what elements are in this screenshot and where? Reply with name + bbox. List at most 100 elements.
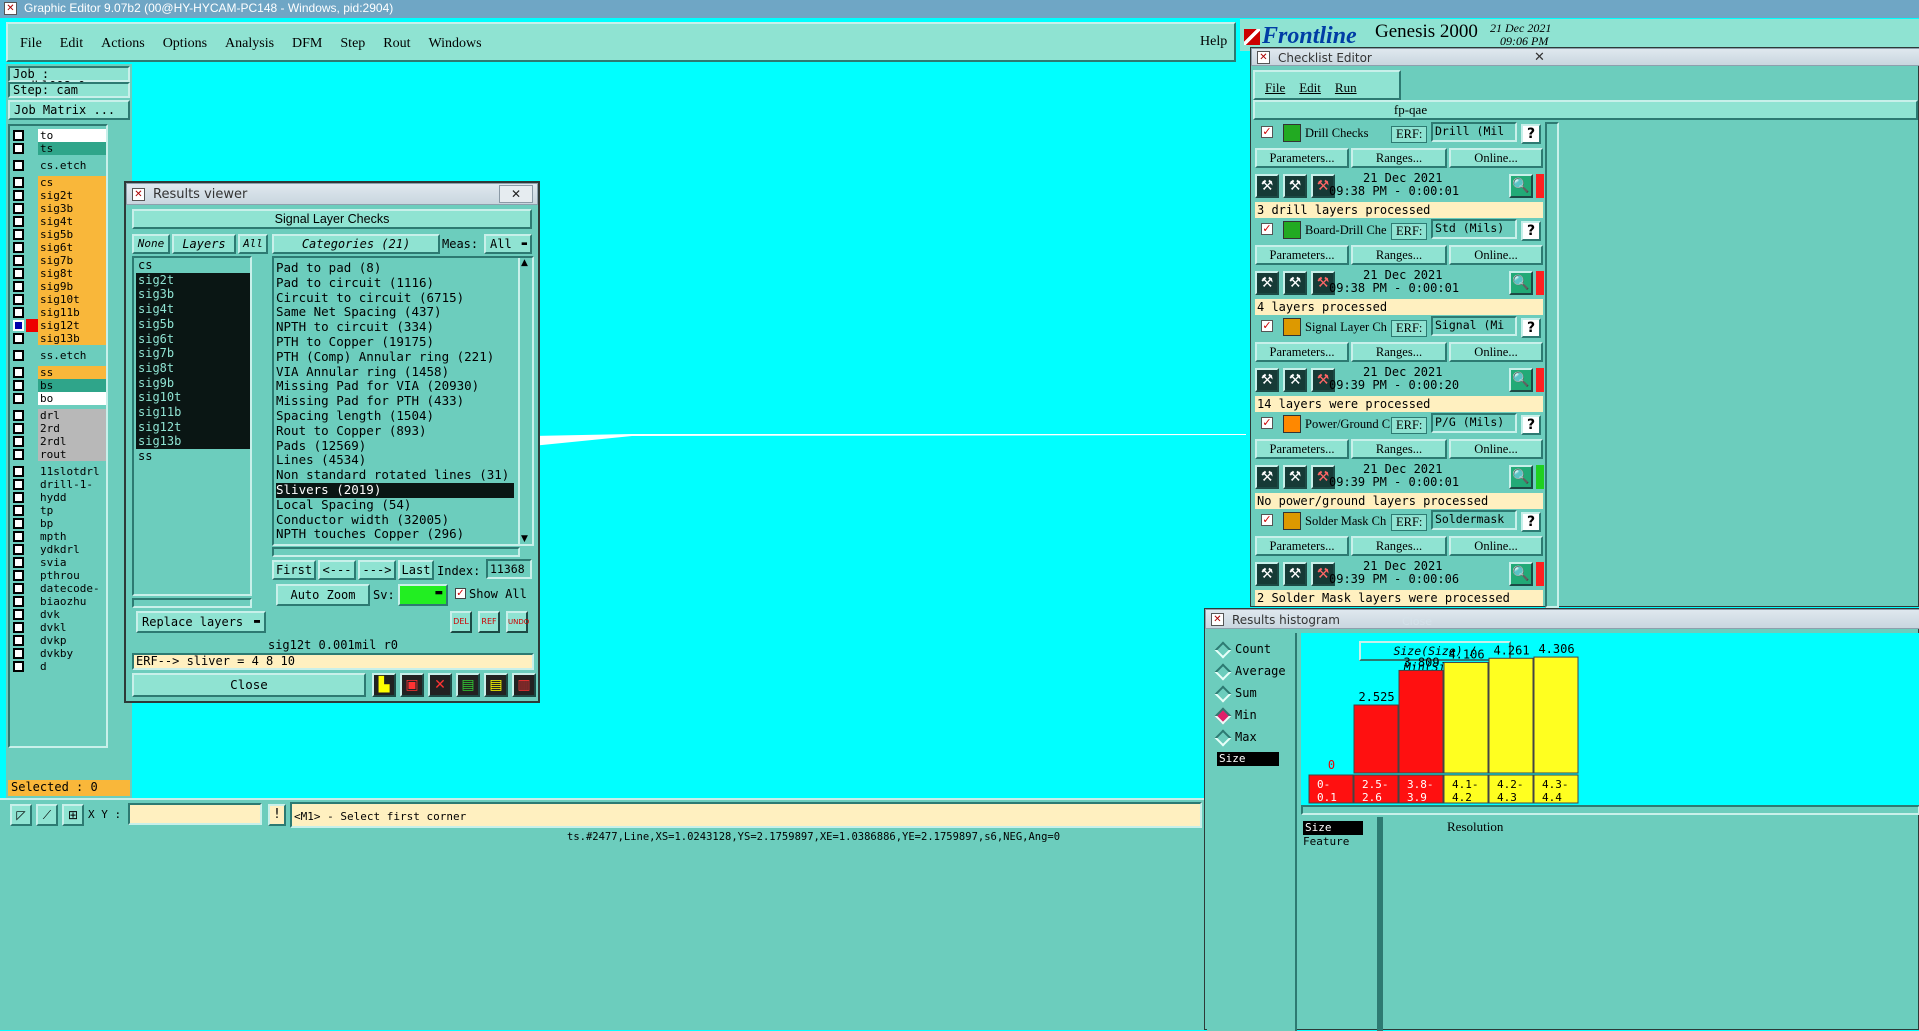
layer-row[interactable]: drl — [12, 409, 106, 422]
online-button[interactable]: Online... — [1449, 536, 1543, 556]
meas-dropdown[interactable]: All ▬ — [484, 234, 532, 254]
menu-dfm[interactable]: DFM — [292, 36, 322, 52]
zoom-results-icon[interactable]: 🔍 — [1509, 465, 1533, 489]
checklist-menu-edit[interactable]: Edit — [1299, 80, 1321, 95]
layer-checkbox[interactable] — [13, 393, 24, 404]
item-name[interactable]: Drill Checks — [1305, 126, 1391, 141]
layer-row[interactable]: sig13b — [12, 332, 106, 345]
layer-checkbox[interactable] — [13, 436, 24, 447]
alert-icon[interactable]: ! — [268, 804, 286, 826]
layer-row[interactable]: dvkby — [12, 647, 106, 660]
parameters-button[interactable]: Parameters... — [1255, 342, 1349, 362]
erf-value[interactable]: Std (Mils) — [1431, 219, 1517, 239]
ranges-button[interactable]: Ranges... — [1351, 245, 1447, 265]
layer-checkbox[interactable] — [13, 268, 24, 279]
menu-actions[interactable]: Actions — [101, 36, 145, 52]
layer-checkbox[interactable] — [13, 544, 24, 555]
category-item[interactable]: Pad to circuit (1116) — [276, 275, 514, 291]
red-layer-icon[interactable]: ▣ — [400, 673, 424, 697]
parameters-button[interactable]: Parameters... — [1255, 536, 1349, 556]
layer-checkbox[interactable] — [13, 466, 24, 477]
run-icon[interactable]: ⚒ — [1255, 465, 1279, 489]
erf-value[interactable]: P/G (Mils) — [1431, 413, 1517, 433]
show-all-checkbox[interactable]: ✓ — [455, 588, 466, 599]
item-name[interactable]: Solder Mask Ch — [1305, 514, 1391, 529]
delete-result-icon[interactable]: DEL — [450, 611, 472, 633]
category-item[interactable]: Spacing length (1504) — [276, 408, 514, 424]
category-item[interactable]: Missing Pad for PTH (433) — [276, 393, 514, 409]
categories-button[interactable]: Categories (21) — [272, 234, 440, 254]
layer-row[interactable]: sig5b — [12, 228, 106, 241]
layer-checkbox[interactable] — [13, 130, 24, 141]
checklist-menu-file[interactable]: File — [1265, 80, 1285, 95]
item-checkbox[interactable]: ✓ — [1261, 223, 1273, 235]
result-layer-item[interactable]: sig13b — [136, 434, 250, 450]
histogram-icon[interactable]: ▥ — [512, 673, 536, 697]
category-item[interactable]: Conductor width (32005) — [276, 512, 514, 528]
layer-row[interactable]: svia — [12, 556, 106, 569]
parameters-button[interactable]: Parameters... — [1255, 245, 1349, 265]
size-field-2[interactable]: Size — [1303, 821, 1363, 835]
layer-row[interactable]: d — [12, 660, 106, 673]
checklist-vscroll[interactable] — [1545, 122, 1559, 608]
grid-icon[interactable]: ⊞ — [62, 804, 84, 826]
layers-button[interactable]: Layers — [172, 234, 236, 254]
layer-checkbox[interactable] — [13, 177, 24, 188]
histogram-option-count[interactable]: Count — [1211, 641, 1291, 659]
run-selected-icon[interactable]: ⚒ — [1283, 562, 1307, 586]
refresh-result-icon[interactable]: REF — [478, 611, 500, 633]
result-layer-item[interactable]: sig5b — [136, 316, 250, 332]
category-item[interactable]: Circuit to circuit (6715) — [276, 290, 514, 306]
layer-row[interactable]: ss.etch — [12, 349, 106, 362]
layer-checkbox[interactable] — [13, 320, 24, 331]
layer-row[interactable]: dvk — [12, 608, 106, 621]
layer-checkbox[interactable] — [13, 242, 24, 253]
layer-checkbox[interactable] — [13, 583, 24, 594]
erf-value[interactable]: Drill (Mil — [1431, 122, 1517, 142]
layer-row[interactable]: 2rd — [12, 422, 106, 435]
histogram-option-average[interactable]: Average — [1211, 663, 1291, 681]
run-selected-icon[interactable]: ⚒ — [1283, 271, 1307, 295]
layer-checkbox[interactable] — [13, 281, 24, 292]
run-selected-icon[interactable]: ⚒ — [1283, 174, 1307, 198]
layer-checkbox[interactable] — [13, 531, 24, 542]
layer-row[interactable]: mpth — [12, 530, 106, 543]
layer-checkbox[interactable] — [13, 449, 24, 460]
layer-checkbox[interactable] — [13, 492, 24, 503]
online-button[interactable]: Online... — [1449, 342, 1543, 362]
histogram-option-sum[interactable]: Sum — [1211, 685, 1291, 703]
category-item[interactable]: Missing Pad for VIA (20930) — [276, 379, 514, 394]
close-button[interactable]: Close — [132, 673, 366, 697]
layer-checkbox[interactable] — [13, 557, 24, 568]
layer-row[interactable]: bo — [12, 392, 106, 405]
layer-row[interactable]: bp — [12, 517, 106, 530]
erf-value[interactable]: Signal (Mi — [1431, 316, 1517, 336]
result-layer-item[interactable]: sig8t — [136, 360, 250, 376]
ghost-close-button[interactable]: Close — [1402, 612, 1432, 632]
layer-checkbox[interactable] — [13, 143, 24, 154]
none-button[interactable]: None — [132, 234, 170, 254]
result-layer-item[interactable]: sig4t — [136, 302, 250, 317]
layer-checkbox[interactable] — [13, 622, 24, 633]
delete-x-icon[interactable]: ✕ — [428, 673, 452, 697]
menu-help[interactable]: Help — [1200, 34, 1227, 50]
last-button[interactable]: Last — [398, 560, 434, 580]
checklist-menu-run[interactable]: Run — [1335, 80, 1357, 95]
online-button[interactable]: Online... — [1449, 148, 1543, 168]
layer-row[interactable]: sig2t — [12, 189, 106, 202]
close-window-icon[interactable]: ✕ — [1534, 49, 1545, 67]
ranges-button[interactable]: Ranges... — [1351, 536, 1447, 556]
ranges-button[interactable]: Ranges... — [1351, 342, 1447, 362]
report-icon[interactable]: ▤ — [484, 673, 508, 697]
sv-color-dropdown[interactable]: ▬ — [398, 584, 448, 606]
category-item[interactable]: Pads (12569) — [276, 438, 514, 454]
layer-checkbox[interactable] — [13, 570, 24, 581]
result-layer-item[interactable]: ss — [136, 449, 250, 464]
layer-checkbox[interactable] — [13, 294, 24, 305]
radio-icon[interactable] — [1214, 663, 1232, 681]
item-checkbox[interactable]: ✓ — [1261, 417, 1273, 429]
result-layer-item[interactable]: sig11b — [136, 405, 250, 420]
layer-row[interactable]: biaozhu — [12, 595, 106, 608]
layer-row[interactable]: sig7b — [12, 254, 106, 267]
layer-checkbox[interactable] — [13, 229, 24, 240]
